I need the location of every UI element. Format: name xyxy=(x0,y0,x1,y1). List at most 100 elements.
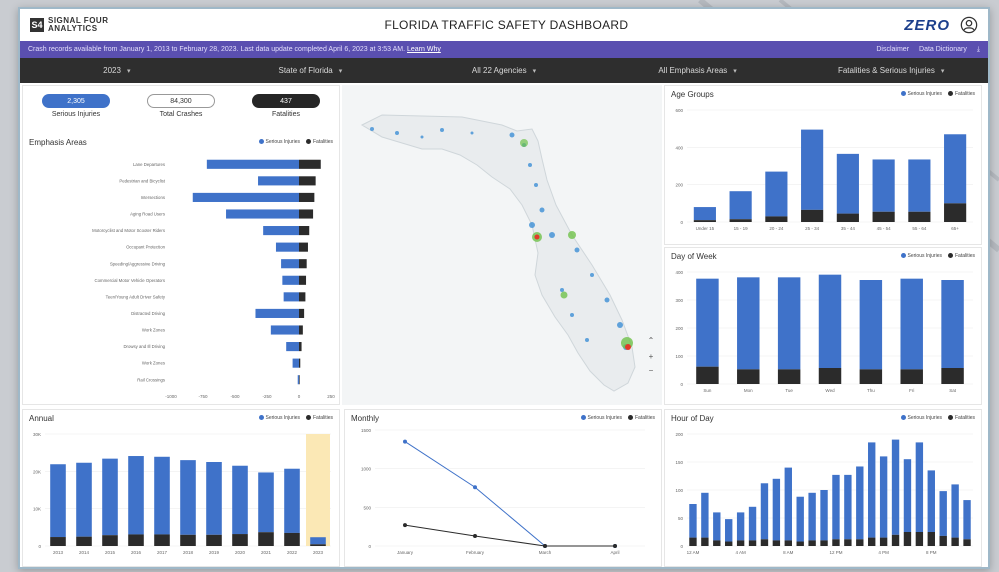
bar-fatal xyxy=(299,325,303,335)
bar-fatal xyxy=(796,541,804,546)
emphasis-panel: 2,305 Serious Injuries 84,300 Total Cras… xyxy=(22,85,340,405)
bar-fatal xyxy=(102,535,118,546)
learn-why-link[interactable]: Learn Why xyxy=(407,46,441,53)
legend-dot-serious xyxy=(580,415,586,421)
chevron-down-icon: ▾ xyxy=(940,67,945,75)
dow-legend: Serious Injuries Fatalities xyxy=(900,253,975,259)
hour-legend: Serious Injuries Fatalities xyxy=(900,415,975,421)
x-tick-label: 8 AM xyxy=(783,550,794,555)
crash-dot xyxy=(539,207,545,213)
bar-serious xyxy=(836,153,859,214)
severity-filter[interactable]: Fatalities & Serious Injuries ▾ xyxy=(794,58,988,83)
bar-serious xyxy=(206,462,222,535)
emphasis-filter[interactable]: All Emphasis Areas ▾ xyxy=(601,58,795,83)
legend-fatal-label: Fatalities xyxy=(954,253,975,259)
legend-fatal-label: Fatalities xyxy=(954,91,975,97)
x-tick-label: 2013 xyxy=(53,550,64,555)
x-tick-label: 0 xyxy=(298,394,301,399)
x-tick-label: 2022 xyxy=(287,550,298,555)
bar-serious xyxy=(292,358,299,368)
bar-serious xyxy=(128,456,144,535)
dow-panel: Day of Week Serious Injuries Fatalities … xyxy=(664,247,982,405)
agency-filter[interactable]: All 22 Agencies ▾ xyxy=(407,58,601,83)
crash-dot xyxy=(440,128,444,132)
bar-fatal xyxy=(760,539,769,546)
region-filter[interactable]: State of Florida ▾ xyxy=(214,58,408,83)
x-tick-label: April xyxy=(610,550,619,555)
bar-fatal xyxy=(696,366,719,384)
data-notice-bar: Crash records available from January 1, … xyxy=(20,41,988,58)
legend-dot-fatal xyxy=(947,91,953,97)
x-tick-label: 12 AM xyxy=(687,550,700,555)
bar-serious xyxy=(192,192,299,202)
category-label: Aging Road Users xyxy=(130,212,165,217)
logo-text-bottom: ANALYTICS xyxy=(48,24,98,33)
compass-icon[interactable]: ⌃ xyxy=(646,335,656,345)
crash-dot xyxy=(549,232,555,238)
legend-serious-label: Serious Injuries xyxy=(907,253,942,259)
bar-fatal xyxy=(299,358,301,368)
user-circle-icon[interactable] xyxy=(960,16,978,34)
chevron-down-icon: ▾ xyxy=(532,67,537,75)
bar-serious xyxy=(736,512,745,541)
hotspot xyxy=(568,231,576,239)
y-tick-label: 100 xyxy=(675,354,683,359)
bar-serious xyxy=(944,134,967,204)
legend-fatal: Fatalities xyxy=(627,415,655,421)
kpi-serious-injuries[interactable]: 2,305 Serious Injuries xyxy=(31,94,121,130)
data-dictionary-link[interactable]: Data Dictionary xyxy=(919,46,967,53)
bar-serious xyxy=(275,242,299,252)
x-tick-label: 2019 xyxy=(209,550,220,555)
bar-fatal xyxy=(232,534,248,546)
x-tick-label: -1000 xyxy=(165,394,177,399)
hotspot xyxy=(520,139,528,147)
bar-serious xyxy=(941,280,964,368)
bar-serious xyxy=(820,490,828,541)
x-tick-label: 4 AM xyxy=(735,550,746,555)
legend-serious: Serious Injuries xyxy=(900,415,942,421)
annual-title: Annual xyxy=(29,414,54,423)
crash-dot xyxy=(528,163,532,167)
category-label: Distracted Driving xyxy=(131,311,166,316)
legend-serious-label: Serious Injuries xyxy=(587,415,622,421)
bar-fatal xyxy=(299,159,321,169)
category-label: Commercial Motor Vehicle Operators xyxy=(95,278,165,283)
y-tick-label: 0 xyxy=(368,544,371,549)
kpi-total-crashes[interactable]: 84,300 Total Crashes xyxy=(136,94,226,130)
disclaimer-link[interactable]: Disclaimer xyxy=(876,46,909,53)
x-tick-label: 35 - 44 xyxy=(841,226,856,231)
kpi-fatalities[interactable]: 437 Fatalities xyxy=(241,94,331,130)
crash-dot xyxy=(370,127,374,131)
bar-serious xyxy=(258,472,274,533)
bar-fatal xyxy=(299,342,302,352)
x-tick-label: Mon xyxy=(744,388,753,393)
bar-fatal xyxy=(808,540,816,546)
kpi-pill-fatal: 437 xyxy=(252,94,320,108)
zoom-in-icon[interactable]: + xyxy=(646,351,656,361)
dow-chart: 0 100 200 300 400 Sun Mon Tue Wed Thu Fri Sat xyxy=(675,270,973,393)
zoom-out-icon[interactable]: − xyxy=(646,365,656,375)
crash-dot xyxy=(420,135,424,139)
legend-dot-fatal xyxy=(305,415,311,421)
year-filter[interactable]: 2023 ▾ xyxy=(20,58,214,83)
signal-four-logo[interactable]: S4 SIGNAL FOUR ANALYTICS xyxy=(30,17,108,33)
bar-serious xyxy=(206,159,299,169)
bar-serious xyxy=(226,209,299,219)
legend-fatal: Fatalities xyxy=(947,415,975,421)
crash-map[interactable]: ⌃ + − xyxy=(342,85,662,405)
bar-fatal xyxy=(891,534,900,546)
point-serious xyxy=(403,439,407,444)
chevron-down-icon: ▾ xyxy=(126,67,131,75)
bar-serious xyxy=(939,491,947,536)
download-icon[interactable]: ⤓ xyxy=(977,46,980,54)
y-tick-label: 0 xyxy=(680,382,683,387)
crash-dot xyxy=(574,247,580,253)
bar-fatal xyxy=(128,534,144,546)
legend-fatal-label: Fatalities xyxy=(312,415,333,421)
legend-dot-fatal xyxy=(627,415,633,421)
legend-fatal: Fatalities xyxy=(947,91,975,97)
hotspot xyxy=(534,234,540,240)
x-tick-label: 4 PM xyxy=(878,550,889,555)
chevron-down-icon: ▾ xyxy=(733,67,737,75)
y-tick-label: 20K xyxy=(33,469,41,474)
